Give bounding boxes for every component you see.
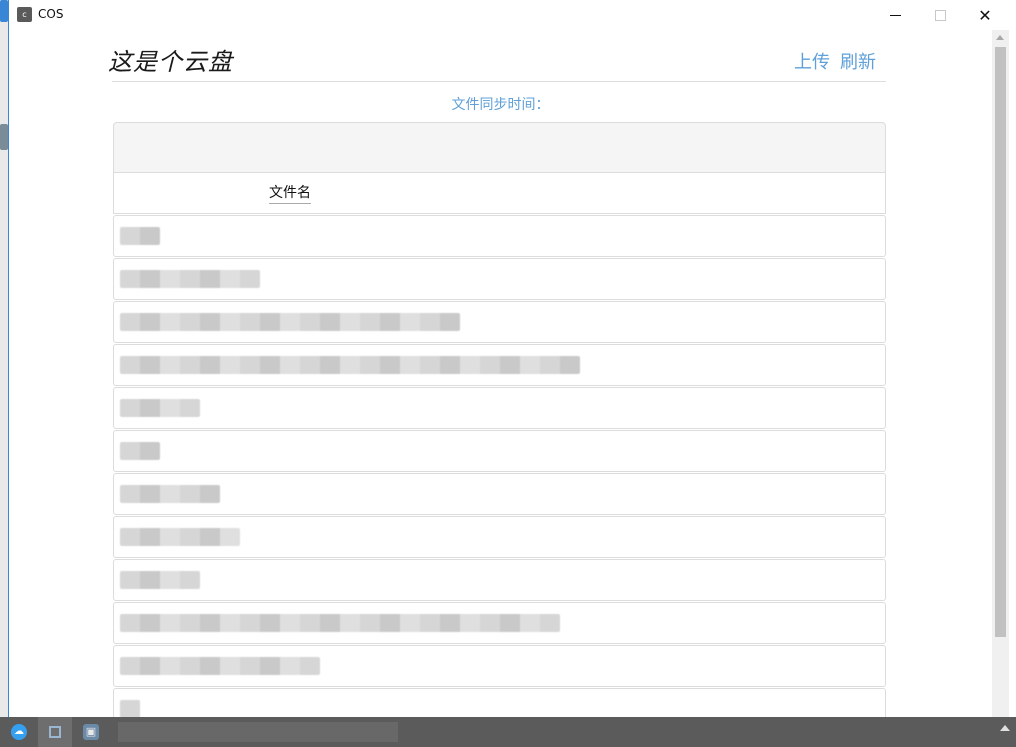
scroll-up-icon[interactable]: [996, 35, 1004, 40]
chevron-up-icon[interactable]: [1000, 725, 1010, 731]
window-icon: [49, 726, 61, 738]
file-name-redacted: [120, 700, 140, 717]
table-row[interactable]: [113, 602, 886, 644]
desktop-background: [0, 0, 8, 747]
table-panel-heading: [113, 122, 886, 173]
table-row[interactable]: [113, 344, 886, 386]
cloud-icon: ☁: [11, 724, 27, 740]
table-row[interactable]: [113, 473, 886, 515]
table-row[interactable]: [113, 688, 886, 717]
file-name-redacted: [120, 571, 200, 589]
table-body: [113, 215, 886, 717]
file-name-redacted: [120, 313, 460, 331]
table-row[interactable]: [113, 516, 886, 558]
refresh-link[interactable]: 刷新: [840, 48, 876, 74]
table-header: 文件名: [113, 173, 886, 214]
file-name-redacted: [120, 399, 200, 417]
vm-icon: ▣: [83, 724, 99, 740]
app-window: c COS ✕ 这是个云盘 上传 刷新 文件同步时间： 文件名: [8, 0, 1016, 717]
table-row[interactable]: [113, 387, 886, 429]
taskbar-app-cloud[interactable]: ☁: [2, 717, 36, 747]
page-content: 这是个云盘 上传 刷新 文件同步时间： 文件名: [9, 30, 992, 717]
table-row[interactable]: [113, 645, 886, 687]
title-bar: c COS ✕: [9, 0, 1016, 30]
table-row[interactable]: [113, 430, 886, 472]
desktop-icon: [0, 0, 8, 22]
taskbar-app-window[interactable]: [38, 717, 72, 747]
file-name-redacted: [120, 227, 160, 245]
table-row[interactable]: [113, 301, 886, 343]
close-icon: ✕: [978, 5, 992, 25]
header-nav: 上传 刷新: [794, 48, 876, 74]
minimize-icon: [889, 14, 901, 16]
file-name-redacted: [120, 442, 160, 460]
column-header-filename: 文件名: [269, 182, 311, 204]
table-row[interactable]: [113, 258, 886, 300]
close-button[interactable]: ✕: [962, 0, 1008, 30]
app-icon: c: [17, 7, 32, 22]
file-name-redacted: [120, 270, 260, 288]
sync-time: 文件同步时间：: [451, 97, 550, 113]
desktop-icon: [0, 124, 8, 150]
upload-link[interactable]: 上传: [794, 48, 830, 74]
taskbar-redacted: [118, 722, 398, 742]
file-name-redacted: [120, 528, 240, 546]
file-name-redacted: [120, 485, 220, 503]
vertical-scrollbar[interactable]: [992, 30, 1009, 717]
scroll-thumb[interactable]: [995, 47, 1006, 637]
table-row[interactable]: [113, 215, 886, 257]
taskbar-app-vm[interactable]: ▣: [74, 717, 108, 747]
maximize-icon: [934, 9, 946, 21]
maximize-button[interactable]: [917, 0, 963, 30]
minimize-button[interactable]: [872, 0, 918, 30]
file-table: 文件名: [113, 122, 886, 717]
header: 这是个云盘 上传 刷新: [108, 38, 886, 82]
file-name-redacted: [120, 356, 580, 374]
file-name-redacted: [120, 614, 560, 632]
brand-title: 这是个云盘: [108, 48, 233, 76]
table-row[interactable]: [113, 559, 886, 601]
file-name-redacted: [120, 657, 320, 675]
window-title: COS: [38, 7, 64, 21]
taskbar: ☁ ▣: [0, 717, 1016, 747]
